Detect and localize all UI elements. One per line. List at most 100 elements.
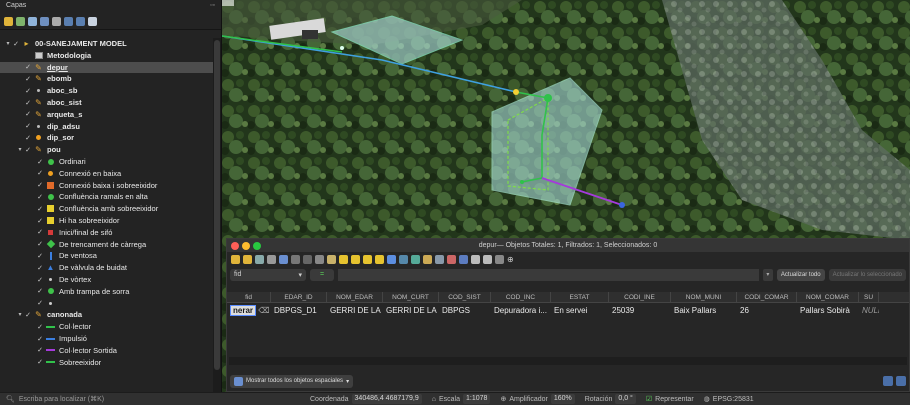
- expand-all-icon[interactable]: [64, 17, 73, 26]
- magnifier-value[interactable]: 160%: [550, 394, 575, 404]
- layer-tree-item[interactable]: ✓ Amb trampa de sorra: [0, 286, 213, 297]
- layer-tree-item[interactable]: ✓ Connexió baixa i sobreeixidor: [0, 180, 213, 191]
- filter-select-icon[interactable]: [387, 254, 396, 264]
- column-header[interactable]: NOM_COMAR: [797, 292, 859, 302]
- copy-icon[interactable]: [315, 254, 324, 264]
- column-header[interactable]: ESTAT: [551, 292, 609, 302]
- layer-tree-item[interactable]: ✓ ▲ De vàlvula de buidat: [0, 262, 213, 273]
- table-cell[interactable]: DBPGS_D1: [271, 304, 327, 317]
- layer-tree-item[interactable]: ✓ Col·lector: [0, 321, 213, 332]
- visibility-checkbox[interactable]: ✓: [36, 193, 44, 201]
- layer-tree-item[interactable]: ✓ Ordinari: [0, 156, 213, 167]
- visibility-checkbox[interactable]: ✓: [36, 217, 44, 225]
- visibility-checkbox[interactable]: ✓: [36, 240, 44, 248]
- layer-tree-item[interactable]: Metodologia: [0, 50, 213, 61]
- update-all-button[interactable]: Actualizar todo: [776, 268, 825, 281]
- table-view-icon[interactable]: [896, 376, 906, 386]
- visibility-checkbox[interactable]: ✓: [24, 146, 32, 154]
- visibility-checkbox[interactable]: ✓: [24, 87, 32, 95]
- layer-tree-item[interactable]: ▾ ✓ ▸ 00-SANEJAMENT MODEL: [0, 38, 213, 49]
- table-cell[interactable]: Baix Pallars: [671, 304, 737, 317]
- expression-filter-icon[interactable]: [52, 17, 61, 26]
- reload-icon[interactable]: [267, 254, 276, 264]
- visibility-checkbox[interactable]: ✓: [36, 346, 44, 354]
- visibility-checkbox[interactable]: ✓: [36, 358, 44, 366]
- layer-tree-item[interactable]: ✓ Confluència ramals en alta: [0, 191, 213, 202]
- filter-icon[interactable]: [40, 17, 49, 26]
- expression-input[interactable]: [338, 268, 759, 281]
- visibility-checkbox[interactable]: ✓: [36, 169, 44, 177]
- new-field-icon[interactable]: [435, 254, 444, 264]
- visibility-checkbox[interactable]: ✓: [36, 287, 44, 295]
- show-all-features-button[interactable]: Mostrar todos los objetos espaciales ▾: [230, 374, 354, 388]
- column-header[interactable]: SU: [859, 292, 879, 302]
- visibility-checkbox[interactable]: ✓: [24, 110, 32, 118]
- zoom-icon[interactable]: ⊕: [507, 255, 514, 264]
- layer-tree-item[interactable]: ✓ De trencament de càrrega: [0, 239, 213, 250]
- form-view-icon[interactable]: [883, 376, 893, 386]
- column-header[interactable]: CODI_COMAR: [737, 292, 797, 302]
- layer-tree-item[interactable]: ✓ Sobreeixidor: [0, 357, 213, 368]
- table-horizontal-scrollbar[interactable]: [229, 357, 907, 365]
- layer-tree-item[interactable]: ✓ ✎ arqueta_s: [0, 109, 213, 120]
- deselect-icon[interactable]: [375, 254, 384, 264]
- layer-tree-item[interactable]: ▾ ✓ ✎ canonada: [0, 309, 213, 320]
- eye-icon[interactable]: [28, 17, 37, 26]
- expand-toggle-icon[interactable]: ▾: [16, 311, 24, 318]
- layer-tree-item[interactable]: ✓ ✎ aboc_sist: [0, 97, 213, 108]
- layer-tree-item[interactable]: ✓ aboc_sb: [0, 85, 213, 96]
- layer-tree-item[interactable]: ✓ ✎ ebomb: [0, 73, 213, 84]
- table-cell[interactable]: nerar ⌫: [227, 304, 271, 317]
- table-cell[interactable]: 26: [737, 304, 797, 317]
- visibility-checkbox[interactable]: ✓: [24, 99, 32, 107]
- add-group-icon[interactable]: [16, 17, 25, 26]
- visibility-checkbox[interactable]: ✓: [36, 323, 44, 331]
- layer-tree-item[interactable]: ✓ Hi ha sobreeixidor: [0, 215, 213, 226]
- layer-tree-item[interactable]: ✓ Inici/final de sifó: [0, 227, 213, 238]
- locator-bar[interactable]: 🔍︎ Escriba para localizar (⌘K): [0, 395, 222, 403]
- delete-feature-icon[interactable]: [291, 254, 300, 264]
- visibility-checkbox[interactable]: ✓: [24, 122, 32, 130]
- layer-tree-item[interactable]: ✓ dip_adsu: [0, 121, 213, 132]
- coordinate-value[interactable]: 340486,4 4687179,9: [351, 394, 422, 404]
- visibility-checkbox[interactable]: ✓: [36, 158, 44, 166]
- pan-to-selected-icon[interactable]: [411, 254, 420, 264]
- table-cell[interactable]: GERRI DE LA ...: [327, 304, 383, 317]
- table-cell[interactable]: Pallars Sobirà: [797, 304, 859, 317]
- cell-editor[interactable]: nerar: [230, 305, 257, 316]
- column-header[interactable]: fid: [227, 292, 271, 302]
- layer-tree-item[interactable]: ✓ Confluència amb sobreeixidor: [0, 203, 213, 214]
- table-cell[interactable]: 25039: [609, 304, 671, 317]
- visibility-checkbox[interactable]: ✓: [12, 40, 20, 48]
- layer-tree-item[interactable]: ✓ Connexió en baixa: [0, 168, 213, 179]
- multi-edit-icon[interactable]: [243, 254, 252, 264]
- render-checkbox[interactable]: ☑: [646, 395, 652, 403]
- visibility-checkbox[interactable]: ✓: [24, 75, 32, 83]
- field-combo[interactable]: fid ▾: [230, 268, 306, 281]
- visibility-checkbox[interactable]: ✓: [24, 63, 32, 71]
- visibility-checkbox[interactable]: ✓: [36, 264, 44, 272]
- layer-tree-item[interactable]: ✓ ✎ depur: [0, 61, 213, 73]
- crs-section[interactable]: ◍ EPSG:25831: [704, 395, 754, 404]
- visibility-checkbox[interactable]: ✓: [36, 276, 44, 284]
- organize-columns-icon[interactable]: [459, 254, 468, 264]
- layer-tree-item[interactable]: ✓ De vòrtex: [0, 274, 213, 285]
- visibility-checkbox[interactable]: ✓: [36, 205, 44, 213]
- visibility-checkbox[interactable]: ✓: [36, 228, 44, 236]
- select-all-icon[interactable]: [351, 254, 360, 264]
- visibility-checkbox[interactable]: ✓: [36, 335, 44, 343]
- style-icon[interactable]: [4, 17, 13, 26]
- layer-tree-scrollbar[interactable]: [213, 38, 221, 392]
- move-selection-top-icon[interactable]: [399, 254, 408, 264]
- expand-toggle-icon[interactable]: ▾: [4, 40, 12, 47]
- layer-tree-item[interactable]: ✓ dip_sor: [0, 132, 213, 143]
- select-expression-icon[interactable]: [339, 254, 348, 264]
- column-header[interactable]: COD_SIST: [439, 292, 491, 302]
- expression-dropdown[interactable]: ▾: [762, 268, 773, 281]
- table-cell[interactable]: En servei: [551, 304, 609, 317]
- add-feature-icon[interactable]: [279, 254, 288, 264]
- toggle-edit-icon[interactable]: [231, 254, 240, 264]
- visibility-checkbox[interactable]: ✓: [24, 311, 32, 319]
- visibility-checkbox[interactable]: ✓: [36, 299, 44, 307]
- scale-value[interactable]: 1:1078: [463, 394, 491, 404]
